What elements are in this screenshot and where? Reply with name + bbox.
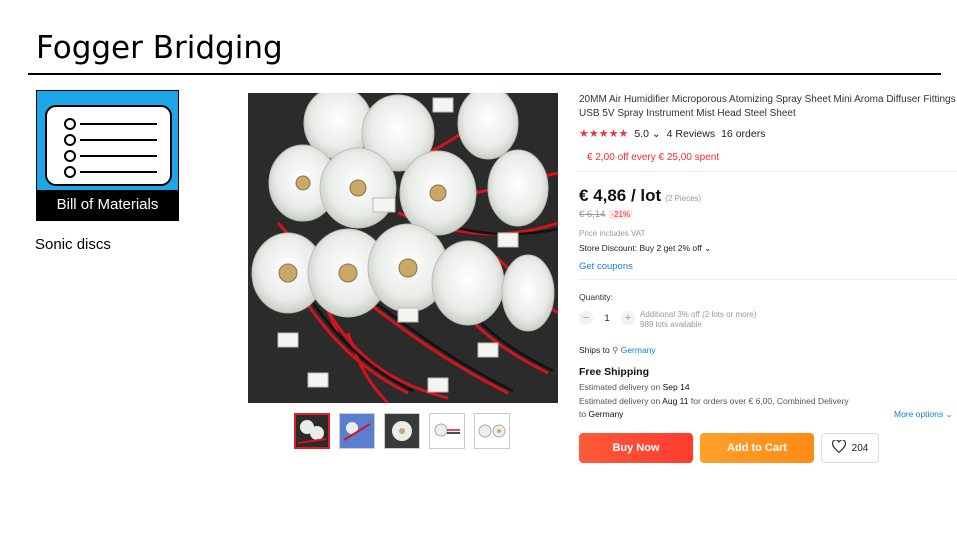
quantity-value[interactable]: 1 [600, 313, 614, 324]
bill-of-materials-badge: Bill of Materials [36, 90, 179, 221]
divider [579, 171, 957, 172]
product-title: 20MM Air Humidifier Microporous Atomizin… [579, 94, 956, 119]
image-thumbnails [294, 413, 510, 449]
promo-text: € 2,00 off every € 25,00 spent [587, 152, 720, 163]
bom-caption: Bill of Materials [37, 190, 178, 220]
shipping-title: Free Shipping [579, 366, 650, 378]
quantity-label: Quantity: [579, 292, 614, 302]
more-options-link[interactable]: More options ⌄ [894, 409, 953, 420]
divider [579, 279, 957, 280]
thumbnail-5[interactable] [474, 413, 510, 449]
quantity-increase-button[interactable]: + [621, 311, 635, 325]
delivery-estimate-1: Estimated delivery on Sep 14 [579, 382, 690, 392]
delivery-estimate-2: Estimated delivery on Aug 11 for orders … [579, 396, 849, 406]
thumbnail-1[interactable] [294, 413, 330, 449]
slide-title: Fogger Bridging [36, 30, 283, 66]
heart-icon [831, 439, 846, 456]
checklist-icon [45, 105, 172, 186]
thumbnail-4[interactable] [429, 413, 465, 449]
original-price: € 6,14 [579, 209, 606, 220]
star-rating-icon: ★★★★★ [579, 128, 629, 140]
chevron-down-icon: ⌄ [945, 409, 953, 419]
quantity-decrease-button[interactable]: − [579, 311, 593, 325]
thumbnail-2[interactable] [339, 413, 375, 449]
chevron-down-icon: ⌄ [704, 243, 712, 253]
discount-badge: -21% [609, 210, 633, 219]
store-discount[interactable]: Store Discount: Buy 2 get 2% off ⌄ [579, 243, 711, 254]
wishlist-button[interactable]: 204 [821, 433, 879, 463]
quantity-note: Additional 3% off (2 lots or more) 989 l… [640, 310, 757, 329]
rating-row: ★★★★★ 5.0 ⌄ 4 Reviews 16 orders [579, 127, 766, 141]
price: € 4,86 / lot (2 Pieces) [579, 186, 702, 205]
ships-to-country[interactable]: Germany [621, 345, 656, 355]
pieces-count: (2 Pieces) [665, 194, 702, 203]
ships-to: Ships to ⚲ Germany [579, 345, 656, 355]
reviews-link[interactable]: 4 Reviews [667, 128, 715, 140]
rating-value[interactable]: 5.0 ⌄ [634, 128, 660, 140]
add-to-cart-button[interactable]: Add to Cart [700, 433, 814, 463]
thumbnail-3[interactable] [384, 413, 420, 449]
wishlist-count: 204 [851, 442, 869, 454]
buy-now-button[interactable]: Buy Now [579, 433, 693, 463]
title-divider [28, 73, 941, 75]
orders-count: 16 orders [721, 127, 766, 140]
quantity-stepper: − 1 + [579, 311, 635, 325]
get-coupons-link[interactable]: Get coupons [579, 261, 633, 272]
location-pin-icon: ⚲ [612, 345, 619, 355]
old-price-row: € 6,14 -21% [579, 209, 633, 220]
product-info-panel: 20MM Air Humidifier Microporous Atomizin… [579, 93, 957, 463]
vat-note: Price includes VAT [579, 229, 646, 238]
slide-subtitle: Sonic discs [35, 236, 111, 253]
delivery-estimate-3: to Germany [579, 409, 624, 419]
product-main-image[interactable] [248, 86, 559, 405]
